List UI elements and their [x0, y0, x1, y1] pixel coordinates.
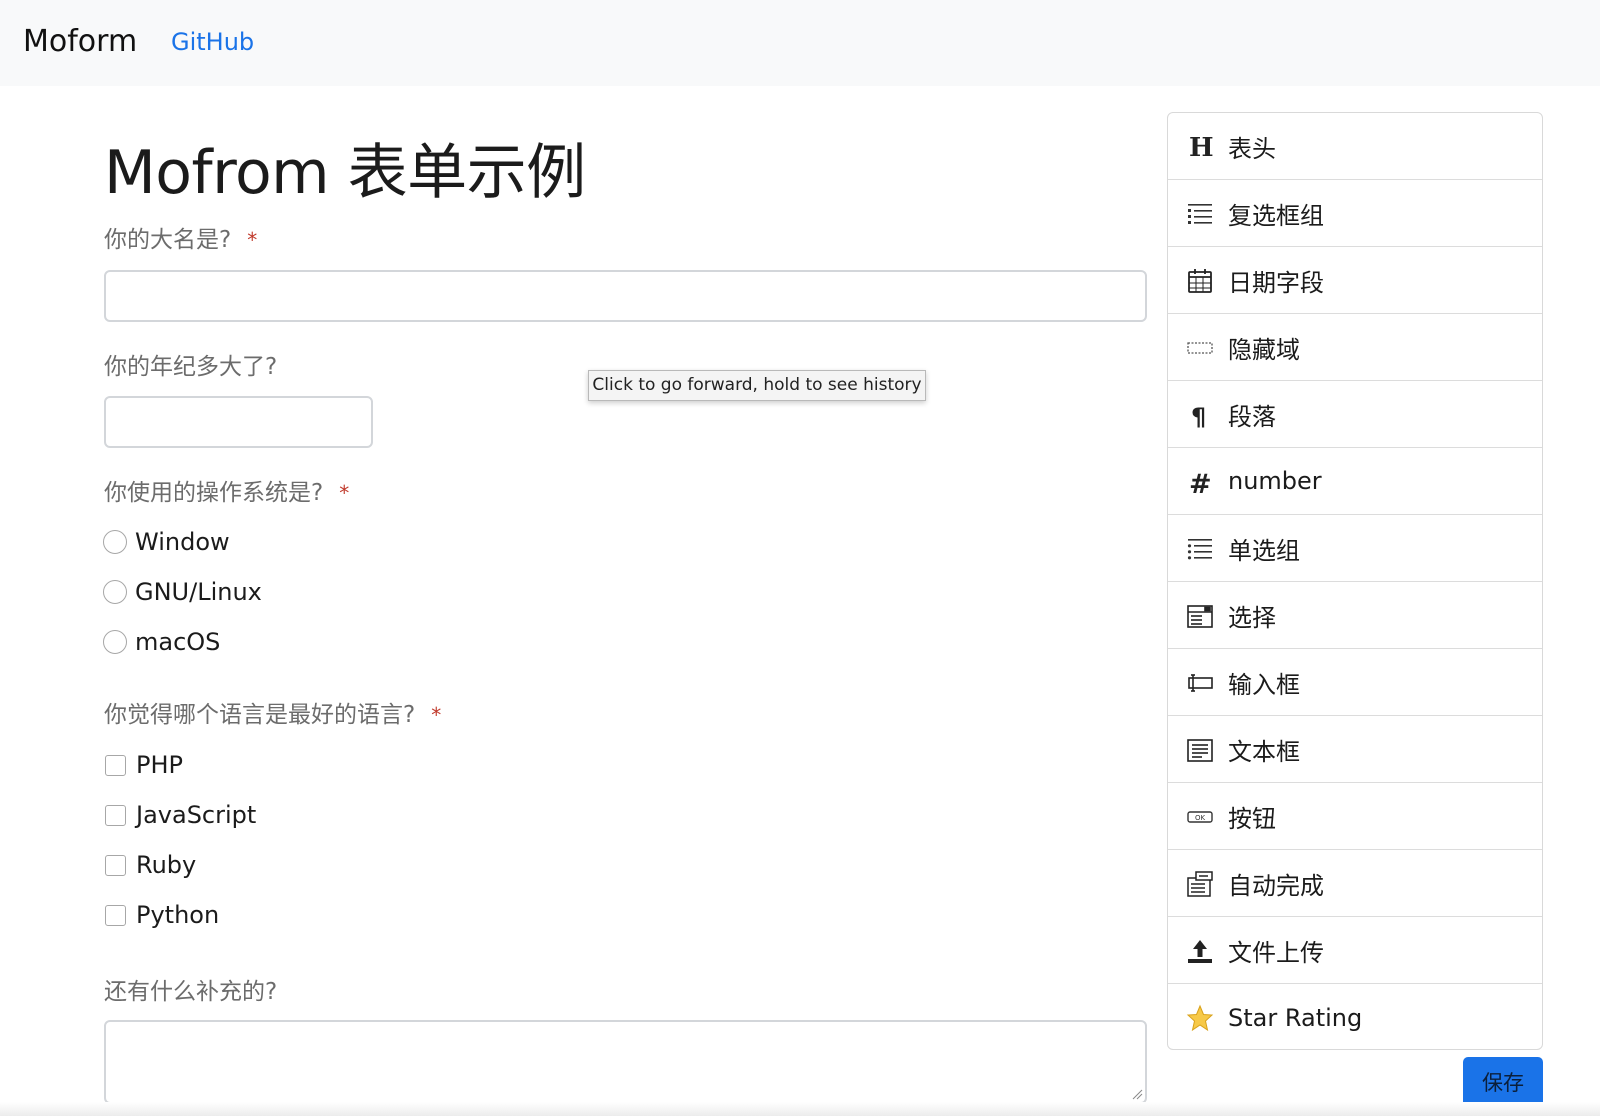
palette-item-textarea[interactable]: 文本框	[1168, 716, 1542, 783]
option-label: Window	[135, 528, 230, 556]
palette-item-label: Star Rating	[1228, 1003, 1363, 1032]
save-button[interactable]: 保存	[1463, 1057, 1543, 1107]
field-label-age: 你的年纪多大了?	[104, 347, 277, 381]
field-label-more-text: 还有什么补充的?	[104, 979, 278, 1005]
option-label: GNU/Linux	[135, 578, 262, 606]
palette-item-autocomplete[interactable]: 自动完成	[1168, 850, 1542, 917]
palette-item-header[interactable]: H 表头	[1168, 113, 1542, 180]
palette-item-select[interactable]: 选择	[1168, 582, 1542, 649]
hidden-field-icon	[1186, 334, 1214, 362]
palette-item-checkbox-group[interactable]: 复选框组	[1168, 180, 1542, 247]
palette-item-label: 自动完成	[1228, 871, 1324, 900]
field-label-more: 还有什么补充的?	[104, 972, 277, 1006]
lang-option-python[interactable]: Python	[103, 900, 219, 930]
text-input-icon	[1186, 669, 1214, 697]
nav-link-github[interactable]: GitHub	[171, 28, 254, 56]
palette-item-hidden[interactable]: 隐藏域	[1168, 314, 1542, 381]
svg-text:¶: ¶	[1191, 403, 1206, 429]
palette-item-date[interactable]: 日期字段	[1168, 247, 1542, 314]
palette-item-star-rating[interactable]: Star Rating	[1168, 984, 1542, 1049]
page-title: Mofrom 表单示例	[104, 138, 586, 208]
upload-icon	[1186, 937, 1214, 965]
palette-item-label: 隐藏域	[1228, 335, 1300, 364]
palette-item-label: 表头	[1228, 134, 1276, 163]
checkbox-group-icon	[1186, 200, 1214, 228]
palette-item-file-upload[interactable]: 文件上传	[1168, 917, 1542, 984]
svg-text:OK: OK	[1195, 814, 1206, 822]
option-label: Ruby	[136, 851, 197, 879]
checkbox[interactable]	[105, 854, 126, 876]
palette-item-label: 单选组	[1228, 536, 1300, 565]
checkbox[interactable]	[105, 754, 126, 776]
calendar-icon	[1186, 267, 1214, 295]
option-label: Python	[136, 901, 220, 929]
palette-item-label: 文件上传	[1228, 938, 1324, 967]
option-label: JavaScript	[136, 801, 257, 829]
number-icon: #	[1186, 468, 1214, 496]
palette-item-paragraph[interactable]: ¶ 段落	[1168, 381, 1542, 448]
resize-grip-icon[interactable]	[1131, 1088, 1143, 1100]
os-option-gnu-linux[interactable]: GNU/Linux	[103, 577, 262, 607]
palette-item-label: 选择	[1228, 603, 1276, 632]
required-mark: *	[339, 481, 350, 505]
lang-option-javascript[interactable]: JavaScript	[103, 800, 256, 830]
field-palette: H 表头 复选框组 日期字段 隐藏域 ¶ 段落 # number 单选组 选择 …	[1167, 112, 1543, 1050]
option-label: PHP	[136, 751, 183, 779]
age-input[interactable]	[104, 396, 373, 448]
svg-text:H: H	[1189, 133, 1214, 161]
radio-button[interactable]	[103, 530, 127, 554]
required-mark: *	[431, 703, 442, 727]
brand-logo[interactable]: Moform	[23, 24, 137, 59]
paragraph-icon: ¶	[1186, 401, 1214, 429]
field-label-language: 你觉得哪个语言是最好的语言? *	[104, 695, 441, 729]
field-label-language-text: 你觉得哪个语言是最好的语言?	[104, 702, 416, 728]
bottom-edge	[0, 1102, 1600, 1116]
field-label-os-text: 你使用的操作系统是?	[104, 480, 324, 506]
radio-group-icon	[1186, 535, 1214, 563]
button-icon: OK	[1186, 803, 1214, 831]
lang-option-php[interactable]: PHP	[103, 750, 183, 780]
field-label-name-text: 你的大名是?	[104, 227, 232, 253]
checkbox[interactable]	[105, 904, 126, 926]
name-input[interactable]	[104, 270, 1147, 322]
required-mark: *	[247, 228, 258, 252]
palette-item-label: 段落	[1228, 402, 1276, 431]
option-label: macOS	[135, 628, 221, 656]
checkbox[interactable]	[105, 804, 126, 826]
star-icon	[1186, 1004, 1214, 1032]
tooltip: Click to go forward, hold to see history	[588, 370, 926, 401]
os-option-window[interactable]: Window	[103, 527, 230, 557]
palette-item-label: 文本框	[1228, 737, 1300, 766]
palette-item-radio-group[interactable]: 单选组	[1168, 515, 1542, 582]
field-label-age-text: 你的年纪多大了?	[104, 354, 278, 380]
comment-textarea[interactable]	[104, 1020, 1147, 1104]
field-label-os: 你使用的操作系统是? *	[104, 473, 349, 507]
select-icon	[1186, 602, 1214, 630]
os-option-macos[interactable]: macOS	[103, 627, 220, 657]
radio-button[interactable]	[103, 630, 127, 654]
palette-item-label: 日期字段	[1228, 268, 1324, 297]
textarea-icon	[1186, 736, 1214, 764]
radio-button[interactable]	[103, 580, 127, 604]
svg-text:#: #	[1189, 469, 1212, 496]
autocomplete-icon	[1186, 870, 1214, 898]
header-icon: H	[1186, 133, 1214, 161]
palette-item-number[interactable]: # number	[1168, 448, 1542, 515]
lang-option-ruby[interactable]: Ruby	[103, 850, 196, 880]
palette-item-label: number	[1228, 467, 1322, 495]
palette-item-label: 复选框组	[1228, 201, 1324, 230]
navbar: Moform GitHub	[0, 0, 1600, 86]
field-label-name: 你的大名是? *	[104, 220, 257, 254]
palette-item-label: 按钮	[1228, 804, 1276, 833]
palette-item-label: 输入框	[1228, 670, 1300, 699]
palette-item-button[interactable]: OK 按钮	[1168, 783, 1542, 850]
palette-item-text-input[interactable]: 输入框	[1168, 649, 1542, 716]
